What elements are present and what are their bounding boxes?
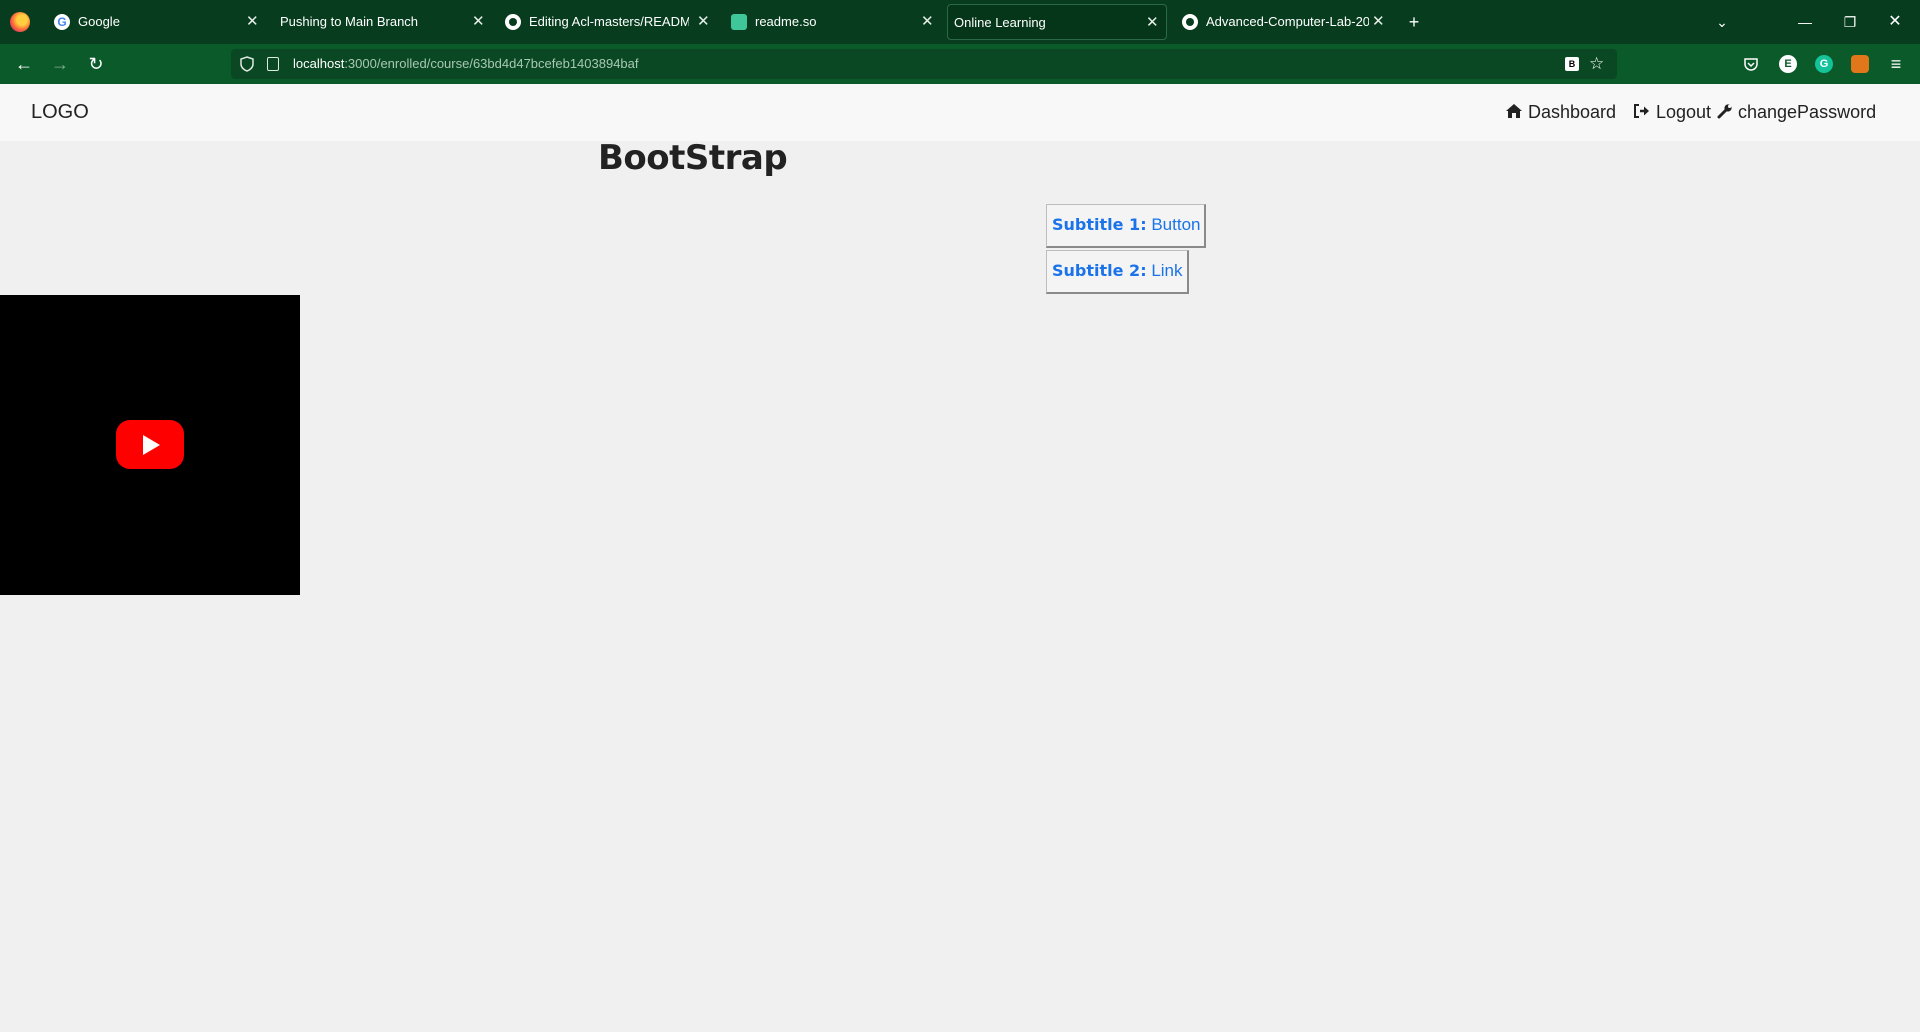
subtitle-1-button[interactable]: Subtitle 1: Button bbox=[1046, 204, 1207, 248]
reload-icon[interactable]: ↻ bbox=[78, 44, 114, 84]
grammarly-icon[interactable]: G bbox=[1815, 55, 1833, 73]
reader-extension-icon[interactable]: B bbox=[1565, 57, 1579, 71]
youtube-play-icon[interactable] bbox=[116, 420, 184, 469]
subtitle-2-label: Link bbox=[1151, 261, 1183, 280]
close-icon[interactable]: ✕ bbox=[1372, 4, 1385, 40]
site-logo[interactable]: LOGO bbox=[31, 84, 89, 141]
shield-icon[interactable] bbox=[239, 56, 255, 72]
extension-e-icon[interactable]: E bbox=[1779, 55, 1797, 73]
wrench-icon bbox=[1717, 104, 1732, 119]
github-icon bbox=[1182, 14, 1198, 30]
dashboard-label: Dashboard bbox=[1528, 102, 1617, 122]
close-icon[interactable]: ✕ bbox=[246, 4, 259, 40]
tab-pushing-to-main-branch[interactable]: Pushing to Main Branch ✕ bbox=[270, 4, 490, 40]
subtitle-2-prefix: Subtitle 2: bbox=[1052, 261, 1147, 280]
google-icon: G bbox=[54, 14, 70, 30]
logout-label: Logout bbox=[1656, 102, 1712, 122]
close-icon[interactable]: ✕ bbox=[472, 4, 485, 40]
tab-title: Google bbox=[78, 14, 120, 29]
site-header: LOGO Dashboard Logout changePassword bbox=[0, 84, 1920, 141]
hamburger-menu-icon[interactable]: ≡ bbox=[1878, 44, 1914, 84]
home-icon bbox=[1506, 104, 1522, 119]
tab-title: Online Learning bbox=[954, 15, 1046, 30]
close-icon[interactable]: ✕ bbox=[921, 4, 934, 40]
tab-readme-so[interactable]: readme.so ✕ bbox=[721, 4, 941, 40]
metamask-fox-icon[interactable] bbox=[1851, 55, 1869, 73]
subtitle-2-button[interactable]: Subtitle 2: Link bbox=[1046, 250, 1189, 294]
tab-advanced-computer-lab[interactable]: Advanced-Computer-Lab-2022 ✕ bbox=[1172, 4, 1392, 40]
url-bar[interactable]: localhost:3000/enrolled/course/63bd4d47b… bbox=[231, 49, 1617, 79]
url-text[interactable]: localhost:3000/enrolled/course/63bd4d47b… bbox=[293, 49, 639, 79]
logout-link[interactable]: Logout bbox=[1633, 84, 1711, 141]
close-window-icon[interactable]: ✕ bbox=[1875, 0, 1915, 44]
new-tab-plus-icon[interactable]: + bbox=[1394, 0, 1434, 44]
browser-navigation-bar: ← → ↻ localhost:3000/enrolled/course/63b… bbox=[0, 44, 1920, 84]
tab-online-learning[interactable]: Online Learning ✕ bbox=[947, 4, 1167, 40]
bookmark-star-icon[interactable]: ☆ bbox=[1589, 49, 1604, 79]
subtitle-1-prefix: Subtitle 1: bbox=[1052, 215, 1147, 234]
change-password-link[interactable]: changePassword bbox=[1717, 84, 1876, 141]
back-arrow-icon[interactable]: ← bbox=[6, 44, 42, 84]
close-icon[interactable]: ✕ bbox=[697, 4, 710, 40]
browser-tab-bar: G Google ✕ Pushing to Main Branch ✕ Edit… bbox=[0, 0, 1920, 44]
tab-title: Advanced-Computer-Lab-2022 bbox=[1206, 14, 1369, 29]
github-icon bbox=[505, 14, 521, 30]
url-path: :3000/enrolled/course/63bd4d47bcefeb1403… bbox=[344, 56, 639, 71]
forward-arrow-icon[interactable]: → bbox=[42, 44, 78, 84]
page-info-icon[interactable] bbox=[267, 57, 279, 71]
minimize-icon[interactable]: — bbox=[1785, 0, 1825, 44]
change-password-label: changePassword bbox=[1738, 102, 1877, 122]
tab-title: Editing Acl-masters/README.m bbox=[529, 14, 689, 29]
subtitle-1-label: Button bbox=[1151, 215, 1201, 234]
youtube-video-player[interactable] bbox=[0, 295, 300, 595]
tab-title: readme.so bbox=[755, 14, 817, 29]
firefox-icon[interactable] bbox=[10, 12, 30, 32]
tab-title: Pushing to Main Branch bbox=[280, 14, 419, 29]
url-host: localhost bbox=[293, 56, 345, 71]
list-all-tabs-chevron-down-icon[interactable]: ⌄ bbox=[1702, 0, 1742, 44]
course-title: BootStrap bbox=[598, 138, 788, 178]
pocket-icon[interactable] bbox=[1743, 56, 1759, 72]
logout-icon bbox=[1634, 104, 1649, 119]
tab-editing-readme[interactable]: Editing Acl-masters/README.m ✕ bbox=[495, 4, 715, 40]
restore-window-icon[interactable]: ❐ bbox=[1830, 0, 1870, 44]
tab-google[interactable]: G Google ✕ bbox=[44, 4, 264, 40]
readme-so-icon bbox=[731, 14, 747, 30]
close-icon[interactable]: ✕ bbox=[1146, 5, 1159, 41]
dashboard-link[interactable]: Dashboard bbox=[1505, 84, 1616, 141]
